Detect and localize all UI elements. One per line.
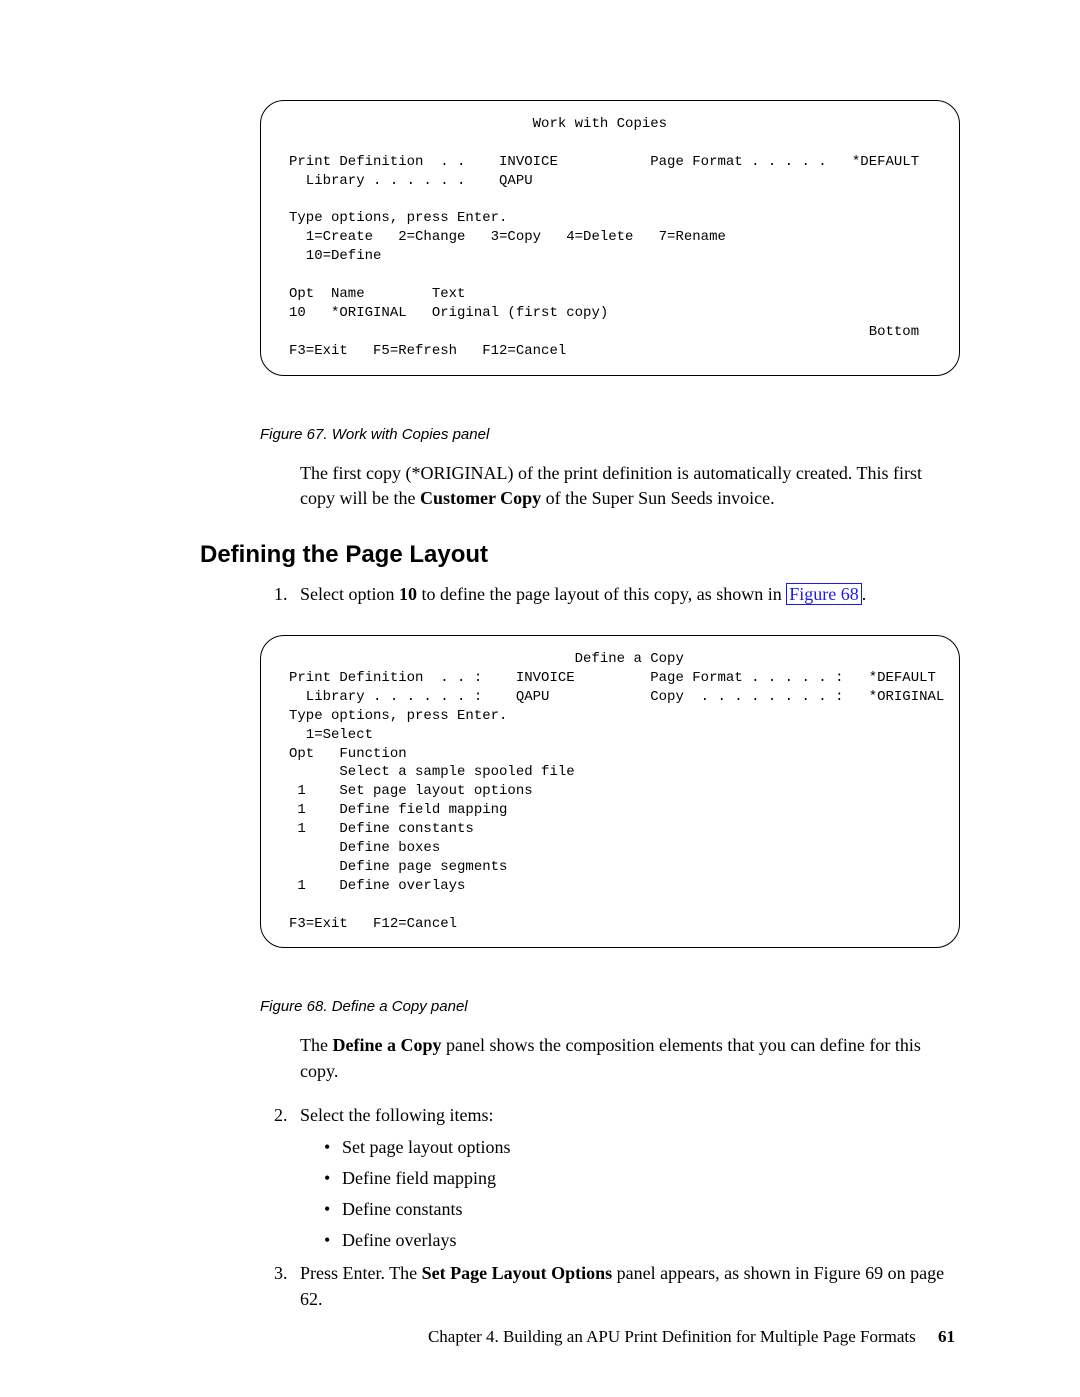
text: of the Super Sun Seeds invoice. <box>541 488 774 508</box>
list-item: Set page layout options <box>324 1134 960 1161</box>
bold-customer-copy: Customer Copy <box>420 488 541 508</box>
footer-chapter-text: Chapter 4. Building an APU Print Definit… <box>428 1327 916 1346</box>
text: . <box>862 584 867 604</box>
list-item: Define overlays <box>324 1227 960 1254</box>
text: The <box>300 1035 332 1055</box>
bold-set-page-layout-options: Set Page Layout Options <box>422 1263 613 1283</box>
figure-caption-68: Figure 68. Define a Copy panel <box>260 998 960 1015</box>
page-number: 61 <box>938 1327 955 1346</box>
step-number: 3. <box>274 1260 288 1286</box>
step-1: 1. Select option 10 to define the page l… <box>300 581 960 607</box>
ordered-steps-continued: 2. Select the following items: Set page … <box>300 1102 960 1312</box>
terminal-panel-define-a-copy: Define a Copy Print Definition . . : INV… <box>260 635 960 948</box>
terminal-panel-work-with-copies: Work with Copies Print Definition . . IN… <box>260 100 960 376</box>
text: Select the following items: <box>300 1105 493 1125</box>
text: to define the page layout of this copy, … <box>417 584 786 604</box>
heading-defining-page-layout: Defining the Page Layout <box>200 541 960 569</box>
paragraph-first-copy: The first copy (*ORIGINAL) of the print … <box>300 461 960 511</box>
step-number: 1. <box>274 581 288 607</box>
figure-caption-67: Figure 67. Work with Copies panel <box>260 426 960 443</box>
bullet-list: Set page layout options Define field map… <box>324 1134 960 1254</box>
step-3: 3. Press Enter. The Set Page Layout Opti… <box>300 1260 960 1312</box>
list-item: Define constants <box>324 1196 960 1223</box>
text: Select option <box>300 584 399 604</box>
page-footer: Chapter 4. Building an APU Print Definit… <box>0 1327 1080 1347</box>
step-number: 2. <box>274 1102 288 1128</box>
list-item: Define field mapping <box>324 1165 960 1192</box>
bold-define-a-copy: Define a Copy <box>332 1035 441 1055</box>
link-figure-68[interactable]: Figure 68 <box>786 583 862 605</box>
paragraph-define-a-copy: The Define a Copy panel shows the compos… <box>300 1033 960 1083</box>
ordered-steps: 1. Select option 10 to define the page l… <box>300 581 960 607</box>
page-content: Work with Copies Print Definition . . IN… <box>0 0 1080 1312</box>
bold-option-10: 10 <box>399 584 417 604</box>
text: Press Enter. The <box>300 1263 422 1283</box>
step-2: 2. Select the following items: Set page … <box>300 1102 960 1254</box>
